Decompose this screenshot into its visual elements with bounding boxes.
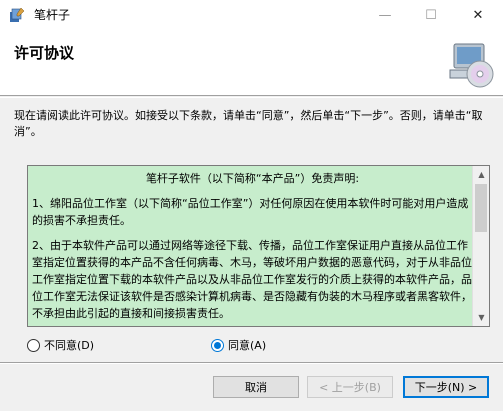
- license-textbox[interactable]: 笔杆子软件（以下简称“本产品”）免责声明: 1、绵阳品位工作室（以下简称“品位工…: [27, 165, 490, 327]
- license-content: 笔杆子软件（以下简称“本产品”）免责声明: 1、绵阳品位工作室（以下简称“品位工…: [28, 166, 473, 326]
- radio-circle-checked-icon[interactable]: [211, 338, 224, 352]
- scroll-up-arrow-icon[interactable]: ▲: [473, 166, 489, 183]
- back-button[interactable]: < 上一步(B): [307, 376, 393, 398]
- radio-circle-icon[interactable]: [27, 338, 40, 352]
- close-button[interactable]: ✕: [455, 0, 501, 30]
- header-banner: 许可协议: [0, 30, 503, 96]
- minimize-button[interactable]: —: [362, 0, 408, 30]
- instruction-text: 现在请阅读此许可协议。如接受以下条款，请单击“同意”，然后单击“下一步”。否则，…: [14, 109, 483, 138]
- agree-label[interactable]: 同意(A): [228, 337, 266, 353]
- cancel-button[interactable]: 取消: [213, 376, 299, 398]
- agree-radio[interactable]: 同意(A): [211, 337, 266, 353]
- title-bar: 笔杆子 — ☐ ✕: [0, 0, 503, 30]
- disagree-radio[interactable]: 不同意(D): [27, 337, 94, 353]
- computer-cd-icon: [449, 43, 494, 88]
- license-paragraph: 2、由于本软件产品可以通过网络等途径下载、传播，品位工作室保证用户直接从品位工作…: [32, 239, 472, 320]
- vertical-scrollbar[interactable]: ▲ ▼: [472, 166, 489, 326]
- license-paragraph: 1、绵阳品位工作室（以下简称“品位工作室”）对任何原因在使用本软件时可能对用户造…: [32, 197, 469, 227]
- installer-app-icon: [10, 7, 25, 22]
- scroll-down-arrow-icon[interactable]: ▼: [473, 309, 489, 326]
- banner-divider: [0, 97, 503, 98]
- scroll-thumb[interactable]: [475, 184, 487, 232]
- page-title: 许可协议: [14, 44, 75, 62]
- window-title: 笔杆子: [34, 8, 71, 22]
- license-heading: 笔杆子软件（以下简称“本产品”）免责声明:: [145, 172, 360, 185]
- next-button[interactable]: 下一步(N) >: [403, 376, 489, 398]
- disagree-label[interactable]: 不同意(D): [44, 337, 94, 353]
- maximize-button[interactable]: ☐: [408, 0, 454, 30]
- footer-divider-highlight: [0, 363, 503, 364]
